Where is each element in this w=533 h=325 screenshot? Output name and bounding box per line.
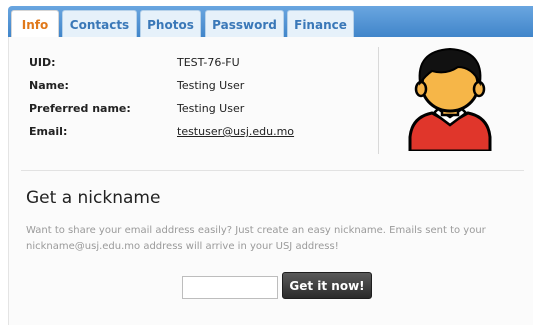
vertical-divider	[378, 47, 379, 154]
get-nickname-button[interactable]: Get it now!	[282, 272, 372, 299]
uid-label: UID:	[29, 56, 56, 69]
section-divider	[21, 170, 524, 171]
preferred-name-row: Preferred name: Testing User	[29, 97, 294, 120]
name-label: Name:	[29, 79, 69, 92]
tab-contacts[interactable]: Contacts	[62, 10, 137, 38]
uid-row: UID: TEST-76-FU	[29, 51, 294, 74]
info-panel: UID: TEST-76-FU Name: Testing User Prefe…	[8, 37, 533, 325]
profile-info: UID: TEST-76-FU Name: Testing User Prefe…	[29, 51, 294, 143]
email-label: Email:	[29, 125, 68, 138]
preferred-name-label: Preferred name:	[29, 102, 131, 115]
tab-password[interactable]: Password	[205, 10, 284, 38]
nickname-title: Get a nickname	[26, 188, 161, 208]
nickname-description: Want to share your email address easily?…	[26, 225, 486, 252]
name-row: Name: Testing User	[29, 74, 294, 97]
uid-value: TEST-76-FU	[177, 56, 240, 69]
nickname-input[interactable]	[182, 276, 278, 299]
tab-photos[interactable]: Photos	[140, 10, 201, 38]
tab-finance[interactable]: Finance	[287, 10, 354, 38]
email-row: Email: testuser@usj.edu.mo	[29, 120, 294, 143]
name-value: Testing User	[177, 79, 245, 92]
preferred-name-value: Testing User	[177, 102, 245, 115]
user-avatar-icon	[408, 47, 492, 151]
email-link[interactable]: testuser@usj.edu.mo	[177, 125, 294, 138]
tab-info[interactable]: Info	[11, 10, 59, 39]
